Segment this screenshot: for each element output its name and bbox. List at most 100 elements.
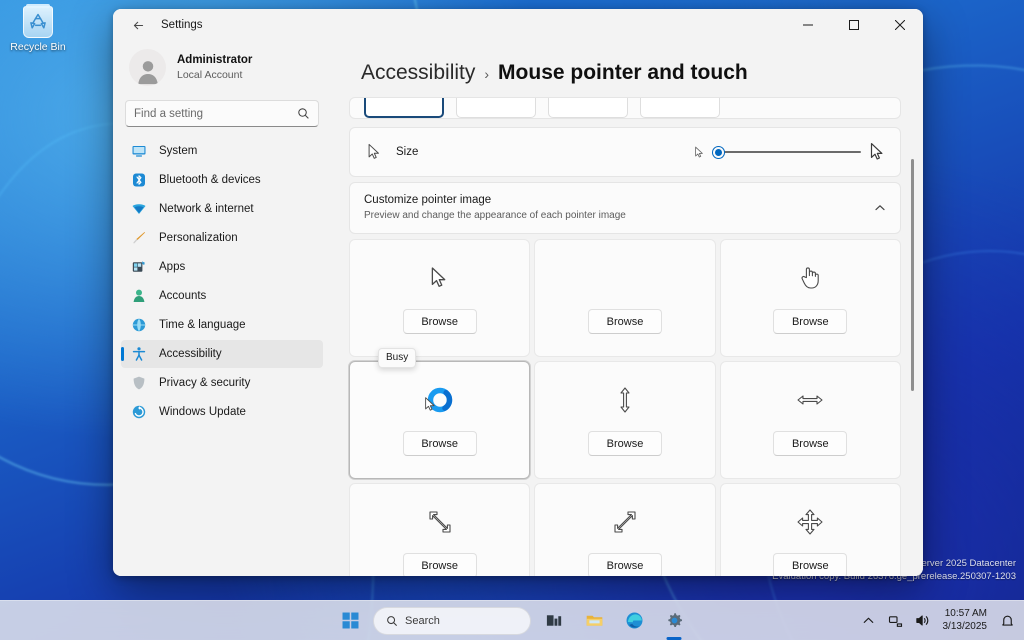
pointer-style-option-4[interactable] bbox=[640, 97, 720, 118]
desktop-icon-recycle-bin[interactable]: Recycle Bin bbox=[6, 6, 70, 53]
sidebar-item-system[interactable]: System bbox=[121, 137, 323, 165]
minimize-button[interactable] bbox=[785, 9, 831, 41]
browse-button[interactable]: Browse bbox=[403, 309, 477, 334]
sidebar-item-bluetooth-devices[interactable]: Bluetooth & devices bbox=[121, 166, 323, 194]
account-name: Administrator bbox=[177, 53, 252, 69]
apps-icon bbox=[131, 259, 147, 275]
breadcrumb-parent[interactable]: Accessibility bbox=[361, 61, 475, 85]
pointer-style-option-1[interactable] bbox=[364, 97, 444, 118]
sidebar-item-windows-update[interactable]: Windows Update bbox=[121, 398, 323, 426]
size-setting-card: Size bbox=[349, 127, 901, 177]
pointer-style-option-3[interactable] bbox=[548, 97, 628, 118]
window-titlebar[interactable]: Settings bbox=[113, 9, 923, 41]
close-button[interactable] bbox=[877, 9, 923, 41]
hidden-icons-button[interactable] bbox=[858, 608, 880, 634]
breadcrumb-separator-icon: › bbox=[484, 66, 489, 82]
slider-thumb[interactable] bbox=[713, 147, 724, 158]
search-icon bbox=[386, 615, 398, 627]
sidebar-item-privacy-security[interactable]: Privacy & security bbox=[121, 369, 323, 397]
maximize-button[interactable] bbox=[831, 9, 877, 41]
sidebar-item-network-internet[interactable]: Network & internet bbox=[121, 195, 323, 223]
sidebar-item-apps[interactable]: Apps bbox=[121, 253, 323, 281]
size-slider-group bbox=[694, 142, 886, 162]
browse-button[interactable]: Browse bbox=[588, 431, 662, 456]
pointer-cell-diagonal-resize-nwse[interactable]: Browse bbox=[349, 483, 530, 576]
network-icon bbox=[888, 613, 903, 628]
settings-scroll-area[interactable]: Size bbox=[343, 97, 923, 576]
volume-button[interactable] bbox=[912, 608, 934, 634]
file-explorer-button[interactable] bbox=[577, 605, 611, 637]
link-select-hand-icon bbox=[721, 240, 900, 309]
size-slider[interactable] bbox=[713, 143, 861, 161]
browse-button[interactable]: Browse bbox=[773, 309, 847, 334]
sidebar-item-label: Accounts bbox=[159, 290, 206, 302]
pointer-cell-help-select[interactable]: Browse bbox=[534, 239, 715, 357]
brush-icon bbox=[131, 230, 147, 246]
taskbar-search-placeholder: Search bbox=[405, 615, 440, 627]
diagonal-resize-nesw-icon bbox=[535, 484, 714, 553]
pointer-icon bbox=[364, 143, 384, 161]
search-input[interactable] bbox=[134, 108, 297, 120]
breadcrumb: Accessibility › Mouse pointer and touch bbox=[361, 61, 899, 85]
windows-logo-icon bbox=[341, 611, 360, 630]
globe-clock-icon bbox=[131, 317, 147, 333]
horizontal-resize-icon bbox=[721, 362, 900, 431]
edge-icon bbox=[625, 611, 644, 630]
size-label: Size bbox=[396, 146, 418, 158]
sidebar-item-label: Bluetooth & devices bbox=[159, 174, 261, 186]
accessibility-icon bbox=[131, 346, 147, 362]
browse-button[interactable]: Browse bbox=[588, 553, 662, 576]
slider-track bbox=[713, 151, 861, 154]
browse-button[interactable]: Browse bbox=[403, 431, 477, 456]
settings-search[interactable] bbox=[125, 100, 319, 127]
sidebar-nav: System Bluetooth & devices Network & int… bbox=[121, 137, 323, 426]
settings-taskbar-button[interactable] bbox=[657, 605, 691, 637]
monitor-icon bbox=[131, 143, 147, 159]
busy-tooltip: Busy bbox=[378, 348, 416, 368]
network-button[interactable] bbox=[885, 608, 907, 634]
content-scrollbar[interactable] bbox=[905, 97, 919, 576]
chevron-up-icon[interactable] bbox=[874, 202, 886, 214]
taskbar-center-group: Search bbox=[333, 605, 691, 637]
pointer-cell-horizontal-resize[interactable]: Browse bbox=[720, 361, 901, 479]
start-button[interactable] bbox=[333, 605, 367, 637]
diagonal-resize-nwse-icon bbox=[350, 484, 529, 553]
pointer-cell-link-select[interactable]: Browse bbox=[720, 239, 901, 357]
browse-button[interactable]: Browse bbox=[588, 309, 662, 334]
account-subtitle: Local Account bbox=[177, 68, 252, 82]
small-pointer-icon bbox=[694, 146, 705, 159]
pointer-cell-diagonal-resize-nesw[interactable]: Browse bbox=[534, 483, 715, 576]
edge-button[interactable] bbox=[617, 605, 651, 637]
vertical-resize-icon bbox=[535, 362, 714, 431]
sidebar-item-label: Accessibility bbox=[159, 348, 222, 360]
pointer-cell-busy[interactable]: Busy bbox=[349, 361, 530, 479]
pointer-style-option-2[interactable] bbox=[456, 97, 536, 118]
notifications-button[interactable] bbox=[996, 608, 1018, 634]
pointer-cell-move[interactable]: Browse bbox=[720, 483, 901, 576]
customize-pointer-image-section[interactable]: Customize pointer image Preview and chan… bbox=[349, 182, 901, 234]
section-title: Customize pointer image bbox=[364, 192, 626, 208]
browse-button[interactable]: Browse bbox=[773, 553, 847, 576]
clock[interactable]: 10:57 AM 3/13/2025 bbox=[939, 608, 992, 633]
clock-time: 10:57 AM bbox=[943, 608, 988, 621]
back-button[interactable] bbox=[123, 12, 153, 38]
network-icon bbox=[131, 201, 147, 217]
pointer-cell-normal-select[interactable]: Browse bbox=[349, 239, 530, 357]
sidebar-item-accounts[interactable]: Accounts bbox=[121, 282, 323, 310]
sidebar-item-label: Privacy & security bbox=[159, 377, 250, 389]
sidebar-item-accessibility[interactable]: Accessibility bbox=[121, 340, 323, 368]
browse-button[interactable]: Browse bbox=[403, 553, 477, 576]
taskbar-search[interactable]: Search bbox=[373, 607, 531, 635]
pointer-cell-vertical-resize[interactable]: Browse bbox=[534, 361, 715, 479]
taskview-button[interactable] bbox=[537, 605, 571, 637]
account-tile[interactable]: Administrator Local Account bbox=[121, 41, 323, 96]
busy-spinner-icon bbox=[350, 362, 529, 431]
sidebar-item-label: Windows Update bbox=[159, 406, 246, 418]
sidebar-item-label: Apps bbox=[159, 261, 185, 273]
page-header: Accessibility › Mouse pointer and touch bbox=[343, 41, 923, 97]
scrollbar-thumb[interactable] bbox=[911, 159, 914, 391]
sidebar-item-time-language[interactable]: Time & language bbox=[121, 311, 323, 339]
sidebar-item-personalization[interactable]: Personalization bbox=[121, 224, 323, 252]
browse-button[interactable]: Browse bbox=[773, 431, 847, 456]
settings-window: Settings Ad bbox=[113, 9, 923, 576]
